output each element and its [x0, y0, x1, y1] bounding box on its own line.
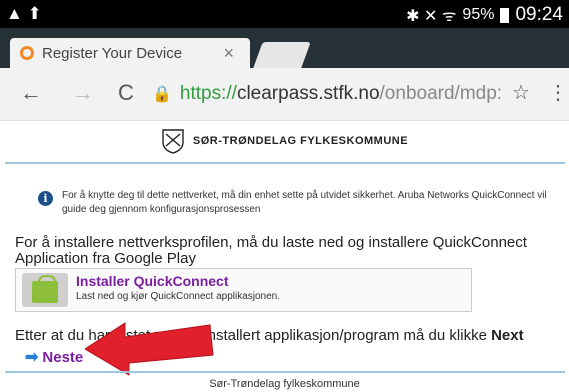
footer-divider: [5, 371, 565, 373]
coat-of-arms-icon: [162, 129, 184, 154]
star-icon[interactable]: ☆: [512, 80, 530, 105]
next-keyword: Next: [491, 327, 524, 344]
install-quickconnect-link[interactable]: Installer QuickConnect: [76, 273, 228, 289]
browser-toolbar: ← → C 🔒 https:// clearpass.stfk.no /onbo…: [0, 68, 569, 121]
reload-icon[interactable]: C: [118, 80, 134, 106]
battery-percent: 95%: [462, 6, 495, 23]
footer: Sør-Trøndelag fylkeskommune: [209, 378, 360, 390]
install-intro: For å installere nettverksprofilen, må d…: [15, 234, 527, 267]
play-store-bag-icon: [22, 273, 68, 307]
favicon-icon: [20, 46, 34, 60]
back-icon[interactable]: ←: [20, 80, 42, 106]
info-icon: i: [38, 191, 53, 206]
battery-icon: [500, 7, 510, 23]
browser-tab[interactable]: Register Your Device ×: [10, 38, 250, 68]
lock-icon: 🔒: [152, 86, 172, 103]
info-box: i For å knytte deg til dette nettverket,…: [38, 189, 565, 217]
status-right: ✱ ✕ ᯤ 95% 09:24: [406, 4, 563, 26]
signal-icons: ✱ ✕ ᯤ: [406, 8, 457, 25]
url-path: /onboard/mdp:: [379, 83, 503, 104]
neste-label: Neste: [42, 348, 84, 366]
web-page: SØR-TRØNDELAG FYLKESKOMMUNE i For å knyt…: [0, 121, 569, 392]
close-tab-icon[interactable]: ×: [223, 43, 234, 64]
address-bar[interactable]: 🔒 https:// clearpass.stfk.no /onboard/md…: [152, 80, 512, 108]
divider: [5, 162, 565, 164]
red-arrow-icon: [85, 322, 214, 376]
info-text: For å knytte deg til dette nettverket, m…: [62, 190, 547, 215]
status-bar: ▲ ⬆ ✱ ✕ ᯤ 95% 09:24: [0, 0, 569, 28]
forward-icon[interactable]: →: [72, 80, 94, 106]
install-quickconnect-box[interactable]: Installer QuickConnect Last ned og kjør …: [15, 268, 472, 312]
neste-link[interactable]: ➡ Neste: [25, 347, 83, 367]
blue-arrow-icon: ➡: [25, 349, 39, 366]
clock: 09:24: [515, 4, 563, 25]
new-tab-button[interactable]: [253, 42, 311, 68]
url-host: clearpass.stfk.no: [236, 83, 380, 104]
page-header: SØR-TRØNDELAG FYLKESKOMMUNE: [0, 121, 569, 161]
install-description: Last ned og kjør QuickConnect applikasjo…: [76, 291, 281, 302]
org-name: SØR-TRØNDELAG FYLKESKOMMUNE: [192, 135, 409, 147]
url-scheme: https://: [179, 83, 237, 104]
tab-title: Register Your Device: [42, 44, 183, 62]
tab-strip: Register Your Device ×: [0, 28, 569, 68]
menu-icon[interactable]: ⋮: [548, 80, 568, 105]
notification-icons: ▲ ⬆: [6, 4, 42, 23]
